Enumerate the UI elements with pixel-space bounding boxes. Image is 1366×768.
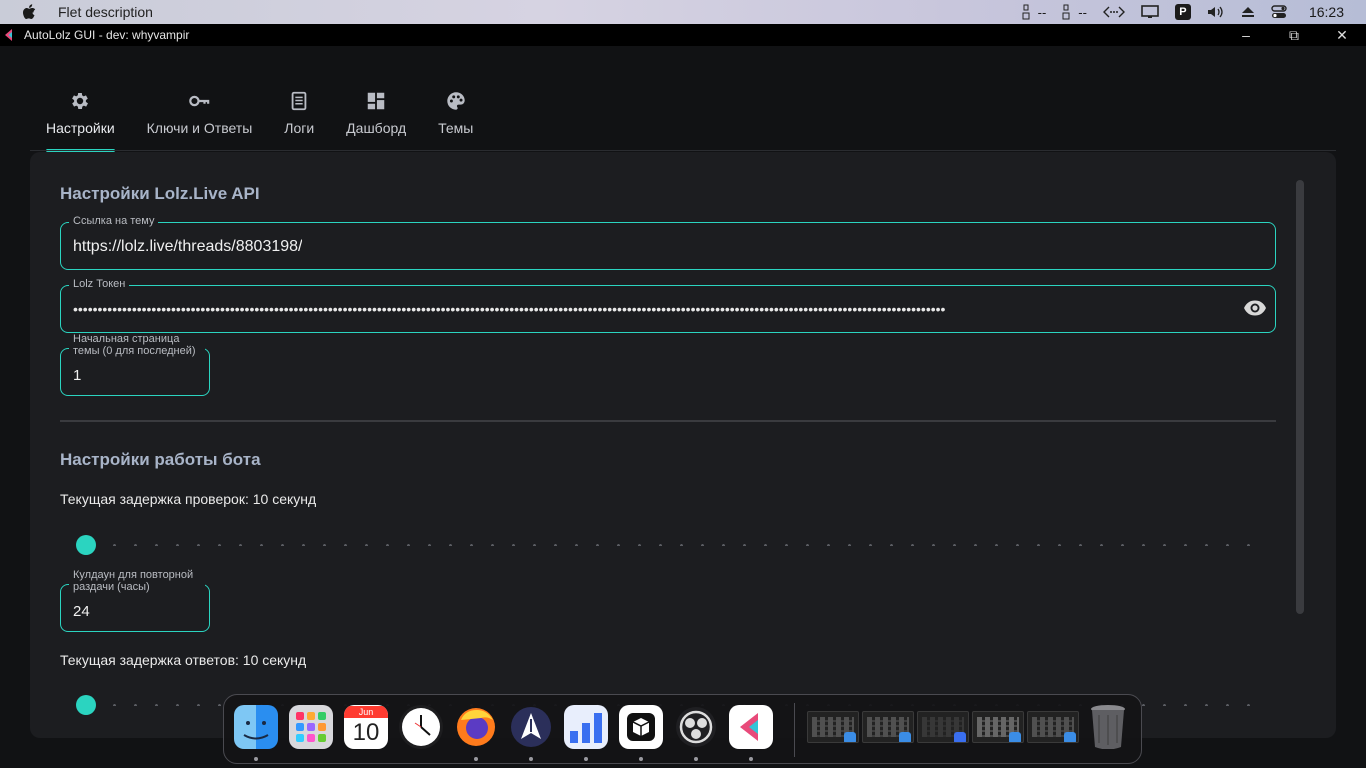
- window-title-bar: AutoLolz GUI - dev: whyvampir – ⧉ ✕: [0, 24, 1366, 46]
- close-button[interactable]: ✕: [1318, 24, 1366, 46]
- usb-icon: [1022, 4, 1030, 20]
- launchpad-icon[interactable]: [289, 705, 333, 749]
- dashboard-icon: [367, 92, 385, 110]
- tab-label: Ключи и Ответы: [146, 120, 253, 136]
- minimize-button[interactable]: –: [1222, 24, 1270, 46]
- app-a-icon[interactable]: [509, 705, 553, 749]
- slider-thumb[interactable]: [76, 695, 96, 715]
- status-item-2[interactable]: --: [1054, 0, 1095, 24]
- flet-icon[interactable]: [729, 705, 773, 749]
- minimized-window-1[interactable]: [807, 711, 859, 743]
- calendar-day: 10: [352, 719, 380, 746]
- calendar-icon[interactable]: Jun 10: [344, 705, 388, 749]
- field-label: Начальная страница темы (0 для последней…: [69, 333, 205, 357]
- tab-label: Настройки: [46, 120, 115, 136]
- minimized-window-4[interactable]: [972, 711, 1024, 743]
- settings-panel: Настройки Lolz.Live API Ссылка на тему h…: [30, 152, 1336, 738]
- menubar-clock[interactable]: 16:23: [1295, 0, 1366, 24]
- tab-label: Дашборд: [346, 120, 407, 136]
- key-icon: [189, 95, 210, 107]
- token-input[interactable]: ••••••••••••••••••••••••••••••••••••••••…: [73, 305, 1235, 313]
- maximize-button[interactable]: ⧉: [1270, 24, 1318, 46]
- finder-mini-icon: [1009, 732, 1021, 742]
- running-indicator: [529, 757, 533, 761]
- slider-track[interactable]: [104, 544, 1252, 546]
- running-indicator: [749, 757, 753, 761]
- palette-icon: [447, 92, 465, 110]
- status-item-1[interactable]: --: [1014, 0, 1055, 24]
- tab-settings[interactable]: Настройки: [30, 90, 131, 152]
- check-delay-slider[interactable]: [60, 533, 1276, 557]
- token-field[interactable]: Lolz Токен •••••••••••••••••••••••••••••…: [60, 278, 1276, 333]
- minimized-window-5[interactable]: [1027, 711, 1079, 743]
- box-app-icon[interactable]: [619, 705, 663, 749]
- usb-icon: [1062, 4, 1070, 20]
- check-delay-text: Текущая задержка проверок: 10 секунд: [60, 491, 317, 507]
- api-section-title: Настройки Lolz.Live API: [60, 184, 260, 203]
- chart-app-mini-icon: [954, 732, 966, 742]
- running-indicator: [474, 757, 478, 761]
- p-app-icon[interactable]: P: [1167, 0, 1199, 24]
- running-indicator: [584, 757, 588, 761]
- dock: Jun 10: [223, 694, 1142, 764]
- calendar-month: Jun: [344, 706, 388, 718]
- minimized-window-2[interactable]: [862, 711, 914, 743]
- tab-dashboard[interactable]: Дашборд: [330, 90, 422, 152]
- finder-mini-icon: [899, 732, 911, 742]
- bot-section-title: Настройки работы бота: [60, 450, 261, 469]
- tab-keys-answers[interactable]: Ключи и Ответы: [131, 90, 269, 152]
- trash-icon[interactable]: [1086, 705, 1130, 749]
- field-label: Кулдаун для повторной раздачи (часы): [69, 569, 205, 593]
- field-label: Lolz Токен: [69, 278, 130, 290]
- minimized-window-3[interactable]: [917, 711, 969, 743]
- field-label: Ссылка на тему: [69, 215, 159, 227]
- status-area: -- -- P 16:23: [1014, 0, 1366, 24]
- menubar-app-name[interactable]: Flet description: [58, 4, 153, 20]
- network-code-icon[interactable]: [1095, 0, 1133, 24]
- document-icon: [291, 91, 307, 111]
- tab-bar: Настройки Ключи и Ответы Логи Дашборд Те…: [30, 90, 489, 152]
- volume-icon[interactable]: [1199, 0, 1233, 24]
- thread-link-field[interactable]: Ссылка на тему https://lolz.live/threads…: [60, 215, 1276, 270]
- display-icon[interactable]: [1133, 0, 1167, 24]
- running-indicator: [694, 757, 698, 761]
- firefox-icon[interactable]: [454, 705, 498, 749]
- section-divider: [60, 420, 1276, 422]
- finder-icon[interactable]: [234, 705, 278, 749]
- app-body: Настройки Ключи и Ответы Логи Дашборд Те…: [0, 46, 1366, 768]
- cooldown-field[interactable]: Кулдаун для повторной раздачи (часы) 24: [60, 569, 210, 632]
- tab-label: Логи: [284, 120, 315, 136]
- reply-delay-text: Текущая задержка ответов: 10 секунд: [60, 652, 307, 668]
- running-indicator: [254, 757, 258, 761]
- tab-label: Темы: [438, 120, 474, 136]
- window-title: AutoLolz GUI - dev: whyvampir: [24, 28, 190, 42]
- start-page-field[interactable]: Начальная страница темы (0 для последней…: [60, 333, 210, 396]
- obs-icon[interactable]: [674, 705, 718, 749]
- finder-mini-icon: [844, 732, 856, 742]
- window-controls: – ⧉ ✕: [1222, 24, 1366, 46]
- apple-icon[interactable]: [22, 4, 36, 20]
- dock-separator: [794, 703, 795, 757]
- top-menu-bar: Flet description -- -- P 16:23: [0, 0, 1366, 24]
- scrollbar[interactable]: [1296, 180, 1304, 614]
- control-center-icon[interactable]: [1263, 0, 1295, 24]
- cooldown-input[interactable]: 24: [73, 603, 90, 620]
- finder-mini-icon: [1064, 732, 1076, 742]
- running-indicator: [639, 757, 643, 761]
- thread-link-input[interactable]: https://lolz.live/threads/8803198/: [73, 238, 302, 256]
- eye-icon[interactable]: [1243, 298, 1267, 318]
- clock-icon[interactable]: [399, 705, 443, 749]
- tab-themes[interactable]: Темы: [422, 90, 489, 152]
- flet-app-icon: [5, 29, 12, 41]
- tabs-divider: [30, 150, 1336, 151]
- eject-icon[interactable]: [1233, 0, 1263, 24]
- slider-thumb[interactable]: [76, 535, 96, 555]
- tab-logs[interactable]: Логи: [268, 90, 330, 152]
- chart-app-icon[interactable]: [564, 705, 608, 749]
- start-page-input[interactable]: 1: [73, 367, 81, 384]
- gear-icon: [72, 93, 89, 109]
